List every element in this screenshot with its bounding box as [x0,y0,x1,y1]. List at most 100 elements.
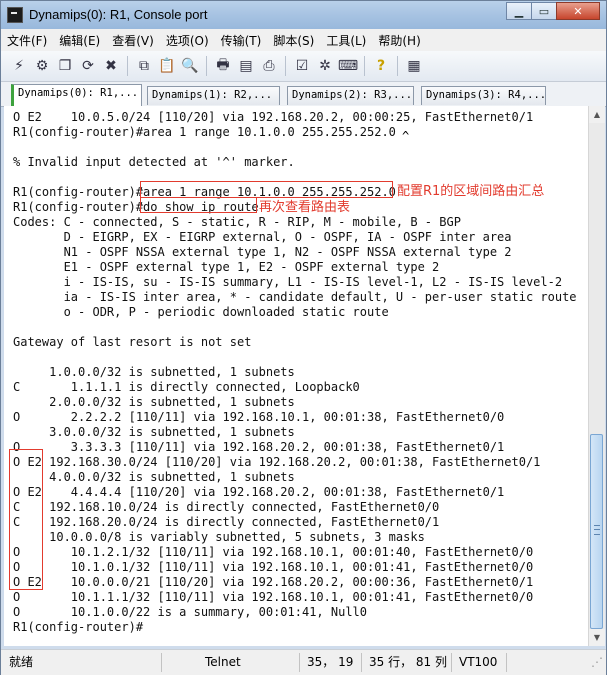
console-line: 2.0.0.0/32 is subnetted, 1 subnets [13,395,295,409]
console-line: Codes: C - connected, S - static, R - RI… [13,215,461,229]
console-line: ia - IS-IS inter area, * - candidate def… [13,290,577,304]
console-line: O 2.2.2.2 [110/11] via 192.168.10.1, 00:… [13,410,505,424]
console-line: Gateway of last resort is not set [13,335,252,349]
close-button[interactable]: ✕ [556,2,600,20]
annotation-view-route-table: 再次查看路由表 [259,200,351,215]
maximize-button[interactable]: ▭ [531,2,557,20]
highlight-show-ip-route [140,197,257,213]
cursor-indicator: 35， 19 [307,655,354,669]
error-caret: ^ [402,129,410,143]
console-line: 4.0.0.0/32 is subnetted, 1 subnets [13,470,295,484]
sftp-icon[interactable]: ▦ [404,56,424,76]
toolbar-separator [397,56,398,76]
minimize-icon: ▁ [514,4,524,18]
console-line: C 1.1.1.1 is directly connected, Loopbac… [13,380,360,394]
terminal-window: Dynamips(0): R1, Console port ▁ ▭ ✕ 文件(F… [0,0,607,675]
toolbar-separator [127,56,128,76]
tab-r1[interactable]: Dynamips(0): R1,... [11,84,142,106]
console-line: 10.0.0.0/8 is variably subnetted, 5 subn… [13,530,425,544]
menu-options[interactable]: 选项(O) [160,32,215,49]
scroll-thumb[interactable] [590,434,603,629]
minimize-button[interactable]: ▁ [506,2,532,20]
console-line: 1.0.0.0/32 is subnetted, 1 subnets [13,365,295,379]
tab-r3[interactable]: Dynamips(2): R3,... [287,86,414,105]
session-options-icon[interactable]: ☑ [292,56,312,76]
console-line: N1 - OSPF NSSA external type 1, N2 - OSP… [13,245,512,259]
print-icon[interactable]: 🖶 [213,56,233,76]
paste-icon[interactable]: 📋 [157,56,177,76]
console-line: O E2 4.4.4.4 [110/20] via 192.168.20.2, … [13,485,505,499]
menu-view[interactable]: 查看(V) [106,32,160,49]
copy-icon[interactable]: ⧉ [134,56,154,76]
print-setup-icon[interactable]: ▤ [236,56,256,76]
console-line: D - EIGRP, EX - EIGRP external, O - OSPF… [13,230,512,244]
tab-label: Dynamips(0): R1,... [18,87,139,99]
status-divider [299,653,300,672]
resize-grip-icon[interactable]: ⋰ [591,654,603,671]
global-options-icon[interactable]: ✲ [315,56,335,76]
menu-transfer[interactable]: 传输(T) [215,32,268,49]
scroll-up-icon[interactable]: ▲ [589,106,605,123]
caption-buttons: ▁ ▭ ✕ [506,2,600,20]
console-line: O E2 10.0.0.0/21 [110/20] via 192.168.20… [13,575,534,589]
console-line: O 10.1.0.1/32 [110/11] via 192.168.10.1,… [13,560,534,574]
console-line: C 192.168.20.0/24 is directly connected,… [13,515,440,529]
tab-label: Dynamips(3): R4,... [426,89,546,101]
vertical-scrollbar[interactable]: ▲ ▼ [588,106,605,646]
toolbar-separator [285,56,286,76]
app-icon [7,7,23,23]
reconnect-icon[interactable]: ⟳ [78,56,98,76]
position-indicator: 35 行， 81 列 [369,655,447,669]
console-line: O 3.3.3.3 [110/11] via 192.168.20.2, 00:… [13,440,505,454]
emulation-indicator: VT100 [459,655,498,669]
menu-script[interactable]: 脚本(S) [267,32,320,49]
status-divider [451,653,452,672]
quick-connect-icon[interactable]: ⚙ [32,56,52,76]
menu-bar: 文件(F) 编辑(E) 查看(V) 选项(O) 传输(T) 脚本(S) 工具(L… [1,29,606,51]
connect-icon[interactable]: ⚡ [9,56,29,76]
console-line: O 10.1.0.0/22 is a summary, 00:01:41, Nu… [13,605,368,619]
toolbar: ⚡ ⚙ ❐ ⟳ ✖ ⧉ 📋 🔍 🖶 ▤ ⎙ ☑ ✲ ⌨ ? ▦ [1,51,606,82]
protocol-indicator: Telnet [205,655,241,669]
tab-label: Dynamips(1): R2,... [152,89,273,101]
toolbar-separator [206,56,207,76]
console-line: O E2 10.0.5.0/24 [110/20] via 192.168.20… [13,110,534,124]
scroll-down-icon[interactable]: ▼ [589,629,605,646]
title-bar[interactable]: Dynamips(0): R1, Console port ▁ ▭ ✕ [1,1,606,29]
status-divider [506,653,507,672]
status-text: 就绪 [9,655,34,669]
console-line: R1(config-router)#area 1 range 10.1.0.0 … [13,125,396,139]
help-icon[interactable]: ? [371,56,391,76]
window-title: Dynamips(0): R1, Console port [29,7,208,22]
status-divider [361,653,362,672]
tab-r2[interactable]: Dynamips(1): R2,... [147,86,280,105]
console-line: o - ODR, P - periodic downloaded static … [13,305,389,319]
highlight-ospf-codes [9,449,43,590]
console-line: i - IS-IS, su - IS-IS summary, L1 - IS-I… [13,275,563,289]
menu-tools[interactable]: 工具(L) [320,32,372,49]
menu-file[interactable]: 文件(F) [1,32,53,49]
console-line: E1 - OSPF external type 1, E2 - OSPF ext… [13,260,440,274]
tab-label: Dynamips(2): R3,... [292,89,413,101]
connect-in-tab-icon[interactable]: ❐ [55,56,75,76]
console-line: O 10.1.1.1/32 [110/11] via 192.168.10.1,… [13,590,534,604]
annotation-configure-summary: 配置R1的区域间路由汇总 [397,184,545,199]
console-line: 3.0.0.0/32 is subnetted, 1 subnets [13,425,295,439]
menu-help[interactable]: 帮助(H) [372,32,426,49]
toolbar-separator [364,56,365,76]
printer-icon[interactable]: ⎙ [259,56,279,76]
terminal-console[interactable]: O E2 10.0.5.0/24 [110/20] via 192.168.20… [4,106,595,646]
console-line: O 10.1.2.1/32 [110/11] via 192.168.10.1,… [13,545,534,559]
keymap-icon[interactable]: ⌨ [338,56,358,76]
console-line: O E2 192.168.30.0/24 [110/20] via 192.16… [13,455,541,469]
tab-r4[interactable]: Dynamips(3): R4,... [421,86,546,105]
menu-edit[interactable]: 编辑(E) [53,32,106,49]
session-tabs: Dynamips(0): R1,... Dynamips(1): R2,... … [1,82,606,107]
status-bar: 就绪 Telnet 35， 19 35 行， 81 列 VT100 ⋰ [1,649,606,675]
find-icon[interactable]: 🔍 [180,56,200,76]
disconnect-icon[interactable]: ✖ [101,56,121,76]
grip-icon [594,525,600,535]
status-divider [161,653,162,672]
console-line: R1(config-router)# [13,620,144,634]
console-line: % Invalid input detected at '^' marker. [13,155,295,169]
